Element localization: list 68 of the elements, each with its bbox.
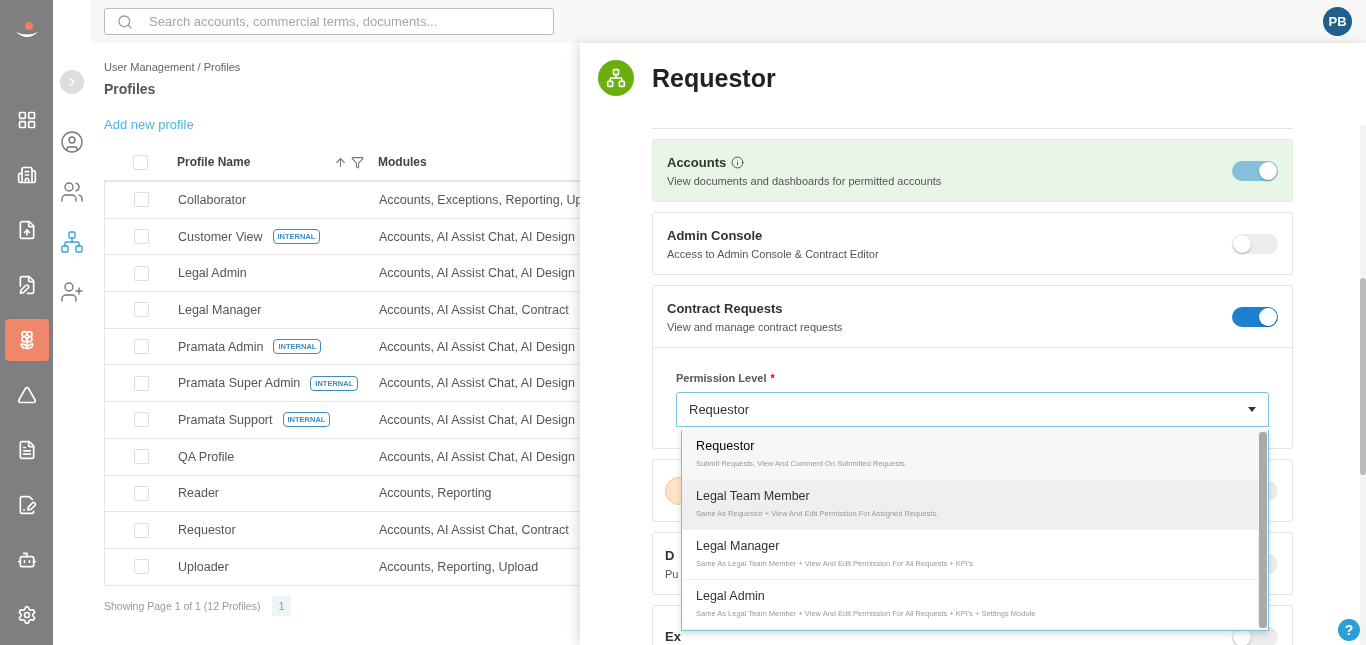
user-group-icon[interactable] xyxy=(59,180,84,204)
select-all-checkbox[interactable] xyxy=(133,154,148,170)
column-header: Profile Name xyxy=(177,155,251,169)
table-cell: Accounts, AI Assist Chat, AI Design xyxy=(379,449,575,464)
pagination-info: Showing Page 1 of 1 (12 Profiles) xyxy=(104,599,261,612)
flower-icon[interactable] xyxy=(4,319,49,361)
row-checkbox[interactable] xyxy=(134,192,149,208)
table-cell: Accounts, AI Assist Chat, Contract xyxy=(379,302,569,317)
toggle-switch[interactable] xyxy=(1232,306,1278,327)
row-checkbox[interactable] xyxy=(134,559,149,575)
table-cell: QA Profile xyxy=(178,449,235,464)
module-description: View and manage contract requests xyxy=(667,320,843,333)
hierarchy-icon xyxy=(598,60,634,96)
module-title: Ex xyxy=(665,629,681,644)
table-cell: Accounts, AI Assist Chat, AI Design xyxy=(379,266,575,281)
module-title: Contract Requests xyxy=(667,300,783,316)
field-label: Permission Level xyxy=(676,372,767,384)
search-field[interactable]: Search accounts, commercial terms, documents... xyxy=(104,8,554,35)
user-avatar[interactable]: PB xyxy=(1323,7,1352,36)
table-cell: Reader xyxy=(178,486,219,501)
row-checkbox[interactable] xyxy=(134,229,149,245)
column-header: Modules xyxy=(378,155,427,169)
search-icon xyxy=(117,13,133,30)
row-checkbox[interactable] xyxy=(134,522,149,538)
row-checkbox[interactable] xyxy=(134,302,149,318)
table-cell: Accounts, AI Assist Chat, Contract xyxy=(379,523,569,538)
table-cell: Accounts, Reporting xyxy=(379,486,492,501)
row-checkbox[interactable] xyxy=(134,375,149,391)
panel-title: Requestor xyxy=(652,63,776,93)
table-cell: Requestor xyxy=(178,523,236,538)
caret-icon xyxy=(1248,407,1256,412)
row-checkbox[interactable] xyxy=(134,449,149,465)
module-title: D xyxy=(665,547,675,563)
permission-select[interactable]: Requestor xyxy=(676,392,1269,427)
table-cell: Collaborator xyxy=(178,192,247,207)
module-description: Pu xyxy=(665,567,679,580)
module-title: Accounts xyxy=(667,154,727,170)
table-cell: Accounts, Reporting, Upload xyxy=(379,559,539,574)
expand-icon[interactable] xyxy=(59,70,84,94)
hierarchy-icon[interactable] xyxy=(59,230,84,254)
table-cell: Accounts, AI Assist Chat, AI Design xyxy=(379,339,575,354)
row-checkbox[interactable] xyxy=(134,265,149,281)
sort-icon[interactable] xyxy=(334,155,347,169)
toggle-switch[interactable] xyxy=(1232,233,1278,254)
table-cell: Legal Admin xyxy=(178,266,247,281)
breadcrumb: User Management / Profiles xyxy=(104,61,241,73)
scrollbar[interactable] xyxy=(1258,430,1268,630)
filter-icon[interactable] xyxy=(351,155,364,169)
required-mark: * xyxy=(770,372,775,384)
table-cell: Pramata Support xyxy=(178,412,273,427)
scrollbar[interactable] xyxy=(1360,125,1366,645)
row-checkbox[interactable] xyxy=(134,339,149,355)
table-cell: Legal Manager xyxy=(178,302,262,317)
page-title: Profiles xyxy=(104,81,156,97)
table-cell: Customer View xyxy=(178,229,263,244)
module-description: Access to Admin Console & Contract Editor xyxy=(667,247,879,260)
table-cell: Pramata Admin xyxy=(178,339,264,354)
row-checkbox[interactable] xyxy=(134,412,149,428)
module-title: Admin Console xyxy=(667,227,763,243)
table-cell: Pramata Super Admin xyxy=(178,376,301,391)
row-checkbox[interactable] xyxy=(134,485,149,501)
add-user-icon[interactable] xyxy=(59,280,84,304)
table-cell: Uploader xyxy=(178,559,229,574)
table-cell: Accounts, AI Assist Chat, AI Design xyxy=(379,376,575,391)
module-description: View documents and dashboards for permitted accounts xyxy=(667,174,942,187)
table-cell: Accounts, AI Assist Chat, AI Design xyxy=(379,229,575,244)
user-circle-icon[interactable] xyxy=(59,130,84,154)
table-cell: Accounts, AI Assist Chat, AI Design xyxy=(379,412,575,427)
